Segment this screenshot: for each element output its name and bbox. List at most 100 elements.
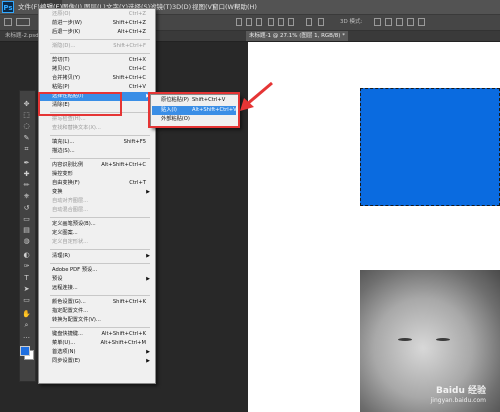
menu-separator — [50, 327, 150, 328]
3d-pan-icon[interactable] — [396, 18, 403, 26]
eraser-tool-icon[interactable]: ▭ — [21, 215, 32, 224]
edit-menu-item[interactable]: Adobe PDF 预设... — [40, 266, 152, 275]
history-brush-tool-icon[interactable]: ↺ — [21, 204, 32, 213]
edit-menu-item[interactable]: 变换 ▶ — [40, 188, 152, 197]
submenu-arrow-icon: ▶ — [146, 276, 150, 282]
healing-tool-icon[interactable]: ✚ — [21, 170, 32, 179]
edit-menu-item[interactable]: 自动对齐图层... — [40, 197, 152, 206]
distribute-icon[interactable] — [318, 18, 324, 26]
menu-item-label: 远程连接... — [52, 285, 78, 291]
edit-menu-item[interactable]: 拷贝(C) Ctrl+C — [40, 65, 152, 74]
edit-menu-item[interactable]: 后退一步(K) Alt+Ctrl+Z — [40, 28, 152, 37]
edit-menu-item[interactable]: 内容识别比例 Alt+Shift+Ctrl+C — [40, 161, 152, 170]
menu-10[interactable]: 帮助(H) — [234, 0, 257, 14]
shape-tool-icon[interactable]: ▭ — [21, 296, 32, 305]
menu-item-shortcut: Alt+Ctrl+Z — [117, 29, 146, 35]
menu-separator — [50, 158, 150, 159]
menu-item-label: 菜单(U)... — [52, 340, 76, 346]
edit-menu-item[interactable]: 转换为配置文件(V)... — [40, 316, 152, 325]
marquee-tool-icon[interactable]: ⬚ — [21, 111, 32, 120]
3d-mode-label: 3D 模式: — [340, 19, 363, 25]
hand-tool-icon[interactable]: ✋ — [21, 310, 32, 319]
edit-menu-item[interactable]: 查找和替换文本(X)... — [40, 124, 152, 133]
document-tab-active[interactable]: 未标题-1 @ 27.1% (图层 1, RGB/8) * — [246, 31, 348, 41]
edit-menu-item[interactable]: 拼写检查(H)... — [40, 115, 152, 124]
menu-item-shortcut: Shift+F5 — [123, 139, 146, 145]
edit-menu-item[interactable]: 自由变换(F) Ctrl+T — [40, 179, 152, 188]
distribute-icon[interactable] — [306, 18, 312, 26]
menu-item-shortcut: Alt+Shift+Ctrl+K — [101, 331, 147, 337]
edit-menu-item[interactable]: 还原(O) Ctrl+Z — [40, 10, 152, 19]
lasso-tool-icon[interactable]: ◌ — [21, 122, 32, 131]
dodge-tool-icon[interactable]: ◐ — [21, 251, 32, 260]
align-left-icon[interactable] — [268, 18, 274, 26]
foreground-color-swatch[interactable] — [20, 346, 30, 356]
3d-roll-icon[interactable] — [385, 18, 392, 26]
edit-menu-item[interactable]: 粘贴(P) Ctrl+V — [40, 83, 152, 92]
menu-item-label: 定义画笔预设(B)... — [52, 221, 96, 227]
align-center-icon[interactable] — [278, 18, 284, 26]
type-tool-icon[interactable]: T — [21, 274, 32, 283]
edit-menu-item[interactable]: 定义自定形状... — [40, 238, 152, 247]
submenu-arrow-icon: ▶ — [146, 358, 150, 364]
edit-menu-item[interactable]: 指定配置文件... — [40, 307, 152, 316]
align-top-icon[interactable] — [236, 18, 242, 26]
move-tool-icon[interactable] — [4, 18, 12, 26]
align-bottom-icon[interactable] — [256, 18, 262, 26]
menu-item-label: 定义自定形状... — [52, 239, 89, 245]
eyedropper-tool-icon[interactable]: ✒ — [21, 159, 32, 168]
3d-scale-icon[interactable] — [418, 18, 425, 26]
edit-menu-item[interactable]: 定义画笔预设(B)... — [40, 220, 152, 229]
edit-menu-item[interactable]: 清理(R) ▶ — [40, 252, 152, 261]
crop-tool-icon[interactable]: ⌗ — [21, 145, 32, 154]
menu-item-shortcut: Shift+Ctrl+K — [112, 299, 146, 305]
align-right-icon[interactable] — [288, 18, 294, 26]
annotation-arrow-icon — [240, 81, 273, 111]
edit-menu-item[interactable]: 同步设置(E) ▶ — [40, 357, 152, 366]
menu-item-label: 粘贴(P) — [52, 84, 70, 90]
edit-menu-item[interactable]: 剪切(T) Ctrl+X — [40, 56, 152, 65]
blur-tool-icon[interactable]: ◍ — [21, 237, 32, 246]
zoom-tool-icon[interactable]: ⌕ — [21, 321, 32, 330]
menu-item-label: 颜色设置(G)... — [52, 299, 86, 305]
pen-tool-icon[interactable]: ✑ — [21, 262, 32, 271]
path-select-tool-icon[interactable]: ➤ — [21, 285, 32, 294]
menu-item-label: Adobe PDF 预设... — [52, 267, 98, 273]
edit-menu-item[interactable]: 渐隐(D)... Shift+Ctrl+F — [40, 42, 152, 51]
blue-rectangle-selection[interactable] — [360, 88, 500, 206]
brush-tool-icon[interactable]: ✏ — [21, 181, 32, 190]
menu-item-label: 剪切(T) — [52, 57, 70, 63]
3d-slide-icon[interactable] — [407, 18, 414, 26]
edit-menu-item[interactable]: 定义图案... — [40, 229, 152, 238]
edit-menu-item[interactable]: 预设 ▶ — [40, 275, 152, 284]
menu-item-label: 同步设置(E) — [52, 358, 81, 364]
edit-menu-item[interactable]: 远程连接... — [40, 284, 152, 293]
edit-menu-item[interactable]: 颜色设置(G)... Shift+Ctrl+K — [40, 298, 152, 307]
menu-item-label: 拼写检查(H)... — [52, 116, 86, 122]
gradient-tool-icon[interactable]: ▤ — [21, 226, 32, 235]
edit-menu-item[interactable]: 描边(S)... — [40, 147, 152, 156]
move-tool-icon[interactable]: ✥ — [21, 100, 32, 109]
edit-menu-item[interactable]: 键盘快捷键... Alt+Shift+Ctrl+K — [40, 330, 152, 339]
menu-0[interactable]: 文件(F) — [18, 0, 40, 14]
quick-select-tool-icon[interactable]: ✎ — [21, 134, 32, 143]
menu-9[interactable]: 窗口(W) — [212, 0, 237, 14]
edit-menu-item[interactable]: 合并拷贝(Y) Shift+Ctrl+C — [40, 74, 152, 83]
edit-menu-item[interactable]: 菜单(U)... Alt+Shift+Ctrl+M — [40, 339, 152, 348]
auto-select-checkbox[interactable] — [16, 18, 30, 26]
watermark-main: Baidu 经验 — [435, 386, 486, 396]
menu-item-label: 前进一步(W) — [52, 20, 82, 26]
edit-menu-item[interactable]: 前进一步(W) Shift+Ctrl+Z — [40, 19, 152, 28]
menu-item-shortcut: Ctrl+Z — [128, 11, 146, 17]
edit-menu-item[interactable]: 操控变形 — [40, 170, 152, 179]
menu-item-label: 自动混合图层... — [52, 207, 89, 213]
edit-menu-item[interactable]: 填充(L)... Shift+F5 — [40, 138, 152, 147]
edit-menu-item[interactable]: 首选项(N) ▶ — [40, 348, 152, 357]
align-middle-icon[interactable] — [246, 18, 252, 26]
clone-stamp-tool-icon[interactable]: ⎈ — [21, 192, 32, 201]
edit-menu-item[interactable]: 自动混合图层... — [40, 206, 152, 215]
3d-rotate-icon[interactable] — [374, 18, 381, 26]
cat-eye-right — [436, 338, 450, 341]
menu-7[interactable]: 3D(D) — [172, 0, 191, 14]
more-tool-icon[interactable]: … — [21, 332, 32, 341]
